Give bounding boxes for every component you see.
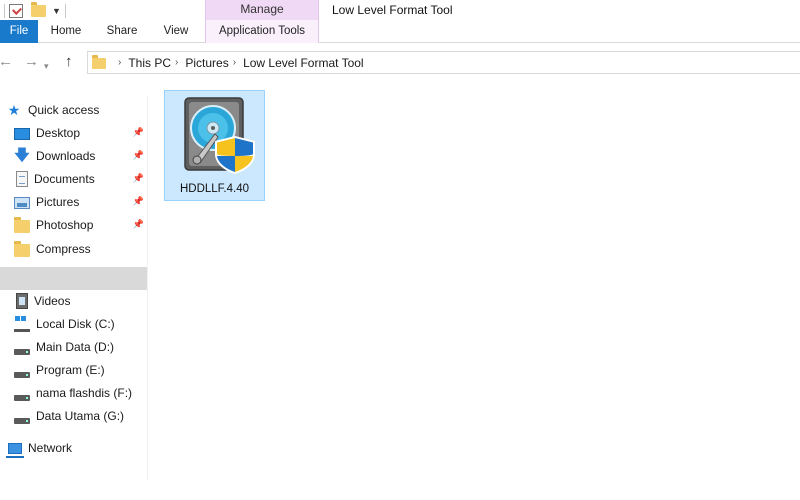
customize-toolbar-chevron-down-icon[interactable]: ▼: [52, 6, 61, 16]
pictures-icon: [14, 197, 30, 209]
tab-share[interactable]: Share: [96, 20, 148, 43]
star-icon: ★: [7, 102, 21, 118]
folder-icon: [92, 55, 106, 69]
breadcrumb-chevron-right-icon[interactable]: ›: [175, 57, 178, 68]
tab-home[interactable]: Home: [40, 20, 92, 43]
file-item-hddllf[interactable]: HDDLLF.4.40: [164, 90, 265, 201]
sidebar-item-local-disk-c[interactable]: Local Disk (C:): [0, 313, 148, 335]
window-title: Low Level Format Tool: [332, 3, 453, 17]
sidebar-item-label: Local Disk (C:): [36, 317, 115, 331]
navigation-bar: ← → ▾ ↑ › This PC › Pictures › Low Level…: [0, 44, 800, 82]
drive-icon: [14, 418, 30, 424]
pin-icon[interactable]: 📌: [133, 127, 144, 138]
sidebar-item-documents[interactable]: Documents 📌: [0, 168, 148, 190]
ribbon-tabs: File Home Share View Application Tools: [0, 20, 800, 43]
back-arrow-icon[interactable]: ←: [0, 54, 13, 70]
forward-arrow-icon[interactable]: →: [24, 54, 39, 70]
sidebar-item-label: Compress: [36, 242, 91, 256]
new-folder-icon[interactable]: [31, 2, 46, 17]
download-arrow-icon: 🡇: [14, 147, 30, 164]
drive-icon: [14, 395, 30, 401]
breadcrumb-chevron-right-icon[interactable]: ›: [233, 57, 236, 68]
sidebar-item-label: Quick access: [28, 103, 100, 117]
properties-icon[interactable]: [9, 4, 23, 18]
breadcrumb-chevron-right-icon[interactable]: ›: [118, 57, 121, 68]
sidebar-item-photoshop[interactable]: Photoshop 📌: [0, 214, 148, 236]
sidebar-item-label: Photoshop: [36, 218, 94, 232]
sidebar-item-program-e[interactable]: Program (E:): [0, 359, 148, 381]
sidebar-item-videos[interactable]: Videos: [0, 290, 148, 312]
sidebar-item-label: nama flashdis (F:): [36, 386, 133, 400]
tab-application-tools[interactable]: Application Tools: [205, 20, 319, 43]
local-disk-icon: [14, 316, 30, 332]
sidebar-item-quick-access[interactable]: ★ Quick access: [0, 99, 148, 121]
toolbar-separator: [4, 4, 5, 18]
drive-icon: [14, 349, 30, 355]
sidebar-item-label: Data Utama (G:): [36, 409, 125, 423]
sidebar-item-network[interactable]: Network: [0, 437, 148, 459]
sidebar-item-main-data-d[interactable]: Main Data (D:): [0, 336, 148, 358]
address-bar[interactable]: › This PC › Pictures › Low Level Format …: [87, 51, 800, 74]
hard-drive-shield-icon: [184, 97, 255, 174]
documents-icon: [16, 171, 28, 187]
breadcrumb-pictures[interactable]: Pictures: [185, 56, 228, 70]
sidebar-item-label: Downloads: [36, 149, 96, 163]
sidebar-item-flashdisk-f[interactable]: nama flashdis (F:): [0, 382, 148, 404]
tab-file[interactable]: File: [0, 20, 38, 43]
sidebar-item-downloads[interactable]: 🡇 Downloads 📌: [0, 145, 148, 167]
sidebar-item-data-utama-g[interactable]: Data Utama (G:): [0, 405, 148, 427]
navigation-pane: ★ Quick access Desktop 📌 🡇 Downloads 📌 D…: [0, 96, 148, 480]
network-icon: [6, 443, 24, 458]
pin-icon[interactable]: 📌: [133, 219, 144, 230]
up-arrow-icon[interactable]: ↑: [65, 54, 73, 70]
breadcrumb-this-pc[interactable]: This PC: [128, 56, 171, 70]
sidebar-item-label: Desktop: [36, 126, 81, 140]
pin-icon[interactable]: 📌: [133, 173, 144, 184]
drive-icon: [14, 372, 30, 378]
recent-locations-chevron-down-icon[interactable]: ▾: [44, 58, 49, 74]
context-group-manage: Manage: [205, 0, 319, 20]
folder-icon: [14, 217, 30, 233]
sidebar-item-label: Videos: [34, 294, 71, 308]
sidebar-item-label: Main Data (D:): [36, 340, 115, 354]
sidebar-item-label: Documents: [34, 172, 95, 186]
file-name: HDDLLF.4.40: [179, 183, 250, 195]
pin-icon[interactable]: 📌: [133, 196, 144, 207]
sidebar-item-label: Network: [28, 441, 73, 455]
sidebar-item-label: Pictures: [36, 195, 80, 209]
breadcrumb-low-level-format-tool[interactable]: Low Level Format Tool: [243, 56, 364, 70]
hover-highlight: [0, 267, 147, 290]
quick-access-toolbar: ▼: [0, 0, 66, 22]
folder-icon: [14, 241, 30, 257]
sidebar-item-desktop[interactable]: Desktop 📌: [0, 122, 148, 144]
toolbar-separator: [64, 4, 66, 18]
desktop-icon: [14, 127, 30, 140]
videos-icon: [16, 293, 28, 309]
sidebar-item-compress[interactable]: Compress: [0, 238, 148, 260]
title-bar: ▼ Manage Low Level Format Tool: [0, 0, 800, 22]
pin-icon[interactable]: 📌: [133, 150, 144, 161]
sidebar-item-pictures[interactable]: Pictures 📌: [0, 191, 148, 213]
tab-view[interactable]: View: [150, 20, 202, 43]
sidebar-item-label: Program (E:): [36, 363, 105, 377]
file-list-area[interactable]: HDDLLF.4.40: [150, 82, 800, 480]
